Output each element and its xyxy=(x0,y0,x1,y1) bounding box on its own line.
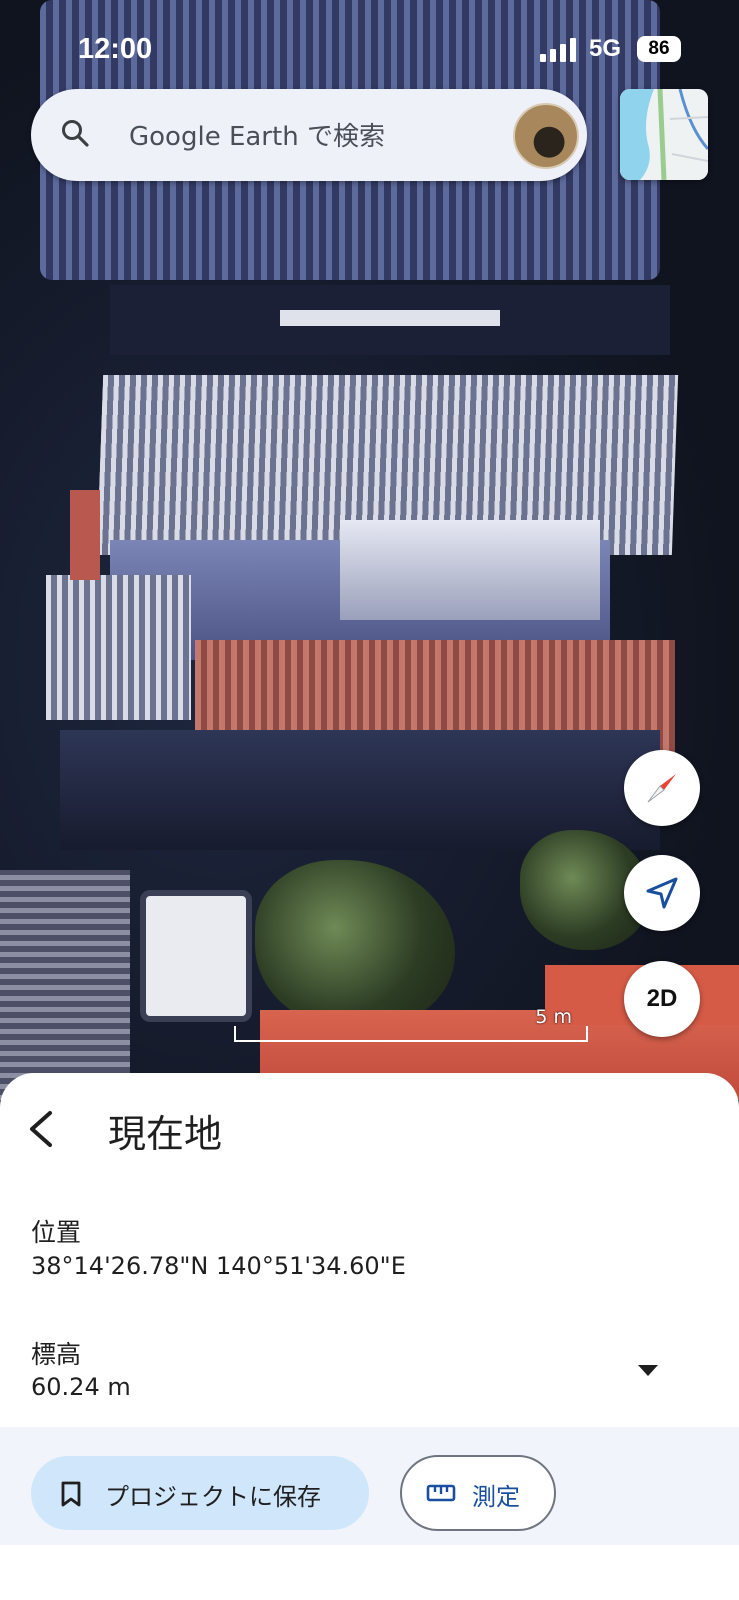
status-time: 12:00 xyxy=(78,33,153,65)
status-bar: 12:00 5G 86 xyxy=(0,0,739,98)
search-icon xyxy=(62,120,89,147)
map-roof xyxy=(0,870,130,1100)
map-scale-bar: 5 m xyxy=(234,1006,588,1042)
location-coordinates: 38°14'26.78"N 140°51'34.60"E xyxy=(31,1252,406,1280)
scale-line xyxy=(234,1026,588,1042)
cellular-signal-icon xyxy=(540,38,578,62)
elevation-value: 60.24 m xyxy=(31,1373,131,1401)
measure-button[interactable]: 測定 xyxy=(400,1455,556,1531)
network-type: 5G xyxy=(589,35,622,62)
bookmark-icon xyxy=(61,1481,81,1507)
map-tree xyxy=(255,860,455,1030)
map-building xyxy=(340,520,600,620)
compass-icon xyxy=(647,774,676,803)
location-bottom-sheet: 現在地 位置 38°14'26.78"N 140°51'34.60"E 標高 6… xyxy=(0,1073,739,1600)
sheet-title: 現在地 xyxy=(108,1112,223,1156)
avatar[interactable] xyxy=(513,103,579,169)
toggle-2d-button[interactable]: 2D xyxy=(624,961,700,1037)
minimap-icon xyxy=(620,89,708,180)
map-vehicle xyxy=(140,890,252,1022)
compass-button[interactable] xyxy=(624,750,700,826)
ruler-icon xyxy=(426,1484,456,1502)
map-roof xyxy=(70,490,100,580)
search-bar[interactable]: Google Earth で検索 xyxy=(31,89,587,181)
map-building xyxy=(280,310,500,326)
my-location-button[interactable] xyxy=(624,855,700,931)
minimap-thumbnail[interactable] xyxy=(620,89,708,180)
save-button-label: プロジェクトに保存 xyxy=(105,1483,321,1511)
battery-level: 86 xyxy=(637,36,681,62)
dropdown-arrow-icon[interactable] xyxy=(636,1362,660,1378)
elevation-label: 標高 xyxy=(31,1340,82,1369)
save-to-project-button[interactable]: プロジェクトに保存 xyxy=(31,1456,369,1530)
location-label: 位置 xyxy=(31,1218,82,1247)
search-input-placeholder[interactable]: Google Earth で検索 xyxy=(129,116,385,153)
home-indicator-area xyxy=(0,1545,739,1600)
navigation-arrow-icon xyxy=(646,877,678,909)
map-roof xyxy=(46,575,191,720)
measure-button-label: 測定 xyxy=(472,1483,520,1511)
action-bar: プロジェクトに保存 測定 xyxy=(0,1427,739,1545)
back-arrow-icon[interactable] xyxy=(22,1107,62,1151)
scale-label: 5 m xyxy=(535,1006,572,1028)
